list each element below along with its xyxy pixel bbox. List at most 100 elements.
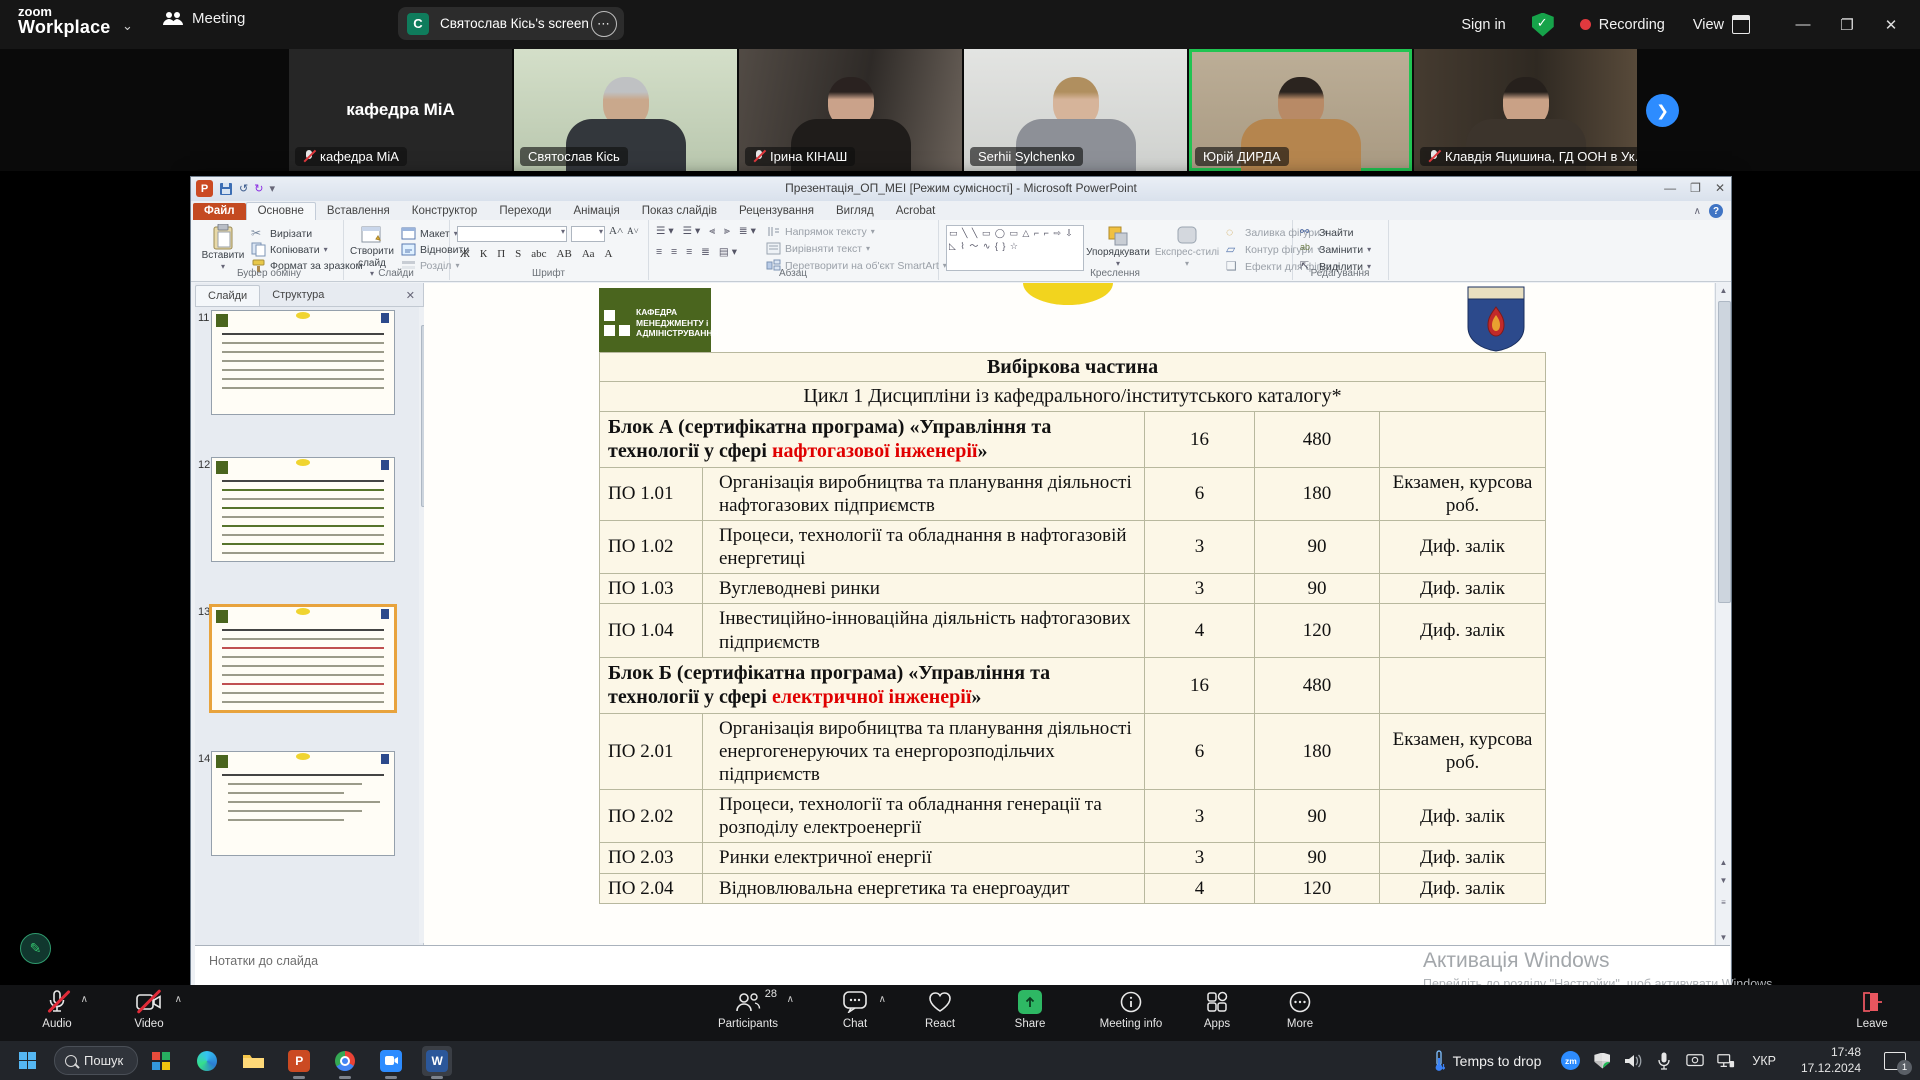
font-style-button[interactable]: Ж — [457, 248, 473, 260]
slide-thumbnail-14[interactable] — [211, 751, 395, 856]
restore-button[interactable]: ❐ — [1832, 16, 1862, 34]
more-button[interactable]: More — [1262, 990, 1338, 1030]
ribbon-tab-вставлення[interactable]: Вставлення — [316, 203, 401, 220]
powerpoint-title-bar[interactable]: P ↺ ↻ ▾ Презентація_ОП_MEI [Режим сумісн… — [191, 177, 1731, 202]
font-name-combo[interactable] — [457, 226, 567, 242]
copy-button[interactable]: Копіювати▾ — [251, 242, 328, 257]
participant-tile[interactable]: Клавдія Яцишина, ГД ООН в Ук… — [1414, 49, 1637, 171]
minimize-ribbon-icon[interactable]: ∧ — [1694, 206, 1701, 217]
ppt-minimize-button[interactable]: — — [1664, 181, 1676, 195]
audio-button[interactable]: ∧ Audio — [18, 990, 96, 1030]
sign-in-button[interactable]: Sign in — [1461, 17, 1505, 33]
apps-button[interactable]: Apps — [1185, 990, 1249, 1030]
chevron-down-icon[interactable]: ⌄ — [122, 18, 133, 34]
chat-chevron-icon[interactable]: ∧ — [879, 994, 886, 1005]
participants-button[interactable]: 28 ∧ Participants — [700, 990, 796, 1030]
taskbar-clock[interactable]: 17:48 17.12.2024 — [1801, 1045, 1861, 1076]
zoom-tray-icon[interactable]: zm — [1561, 1051, 1580, 1070]
font-style-button[interactable]: АВ — [554, 248, 575, 260]
ribbon-tab-показ-слайдів[interactable]: Показ слайдів — [631, 203, 728, 220]
panel-close-icon[interactable]: ✕ — [398, 285, 423, 306]
font-style-button[interactable]: К — [477, 248, 490, 260]
ribbon-tab-acrobat[interactable]: Acrobat — [885, 203, 947, 220]
network-icon[interactable] — [1717, 1052, 1735, 1070]
list-buttons[interactable]: ☰▾ ☰▾ ⫷ ⫸ ≣▾ — [656, 225, 759, 238]
paste-button[interactable]: Вставити▾ — [201, 224, 245, 271]
ribbon-tab-конструктор[interactable]: Конструктор — [401, 203, 489, 220]
taskbar-edge-app[interactable] — [192, 1046, 222, 1076]
slide-thumbnail-13[interactable] — [209, 604, 397, 713]
ppt-restore-button[interactable]: ❐ — [1690, 181, 1701, 195]
leave-button[interactable]: Leave — [1840, 990, 1904, 1030]
align-text-button[interactable]: Вирівняти текст▾ — [766, 241, 870, 256]
font-style-button[interactable]: S — [512, 248, 524, 260]
defender-shield-icon[interactable]: ✓ — [1593, 1052, 1611, 1070]
ribbon-tab-анімація[interactable]: Анімація — [562, 203, 630, 220]
shrink-font-button[interactable]: A˅ — [627, 226, 639, 236]
view-button[interactable]: View — [1693, 17, 1724, 33]
replace-button[interactable]: ab Замінити▾ — [1300, 242, 1371, 257]
ribbon-tab-вигляд[interactable]: Вигляд — [825, 203, 885, 220]
language-indicator[interactable]: УКР — [1752, 1054, 1776, 1068]
slide-canvas[interactable]: КАФЕДРА МЕНЕДЖМЕНТУ і АДМІНІСТРУВАННЯ Ви… — [424, 283, 1714, 945]
slide-thumbnail-12[interactable] — [211, 457, 395, 562]
ribbon-tab-переходи[interactable]: Переходи — [488, 203, 562, 220]
taskbar-widgets-app[interactable] — [146, 1046, 176, 1076]
notification-center-icon[interactable]: 1 — [1884, 1052, 1906, 1070]
participant-tile[interactable]: Святослав Кісь — [514, 49, 737, 171]
speaker-icon[interactable] — [1624, 1052, 1642, 1070]
react-button[interactable]: React — [905, 990, 975, 1030]
tab-meeting[interactable]: Meeting — [163, 10, 245, 27]
taskbar-powerpoint-app[interactable]: P — [284, 1046, 314, 1076]
font-style-button[interactable]: П — [494, 248, 508, 260]
taskbar-file-explorer[interactable] — [238, 1046, 268, 1076]
security-shield-icon[interactable] — [1532, 13, 1554, 37]
shape-gallery[interactable]: ▭ ╲ ╲ ▭ ◯ ▭ △ ⌐ ⌐ ⇨ ⇩ ◺ ⌇ ～ ∿ { } ☆ — [946, 225, 1084, 271]
text-direction-button[interactable]: Напрямок тексту▾ — [766, 224, 875, 239]
minimize-button[interactable]: — — [1788, 16, 1818, 33]
chat-button[interactable]: ∧ Chat — [820, 990, 890, 1030]
share-options-button[interactable]: ⋯ — [591, 11, 617, 37]
next-participants-button[interactable]: ❯ — [1646, 94, 1679, 127]
taskbar-search[interactable]: Пошук — [54, 1046, 138, 1075]
participants-chevron-icon[interactable]: ∧ — [787, 994, 794, 1005]
font-style-button[interactable]: А — [602, 248, 616, 260]
grow-font-button[interactable]: A˄ — [609, 225, 623, 237]
annotation-pencil-button[interactable]: ✎ — [20, 933, 51, 964]
taskbar-zoom-app[interactable] — [376, 1046, 406, 1076]
ribbon-tab-основне[interactable]: Основне — [246, 202, 316, 220]
view-grid-icon[interactable] — [1732, 15, 1750, 34]
grow-shrink-font[interactable]: A˄ A˅ — [609, 225, 639, 237]
cut-button[interactable]: ✂ Вирізати — [251, 226, 312, 241]
slide-scrollbar[interactable]: ▲ ▲ ▼ ≡ ▼ — [1715, 283, 1731, 945]
screen-cast-icon[interactable] — [1686, 1052, 1704, 1070]
participant-tile[interactable]: Юрій ДИРДА — [1189, 49, 1412, 171]
video-chevron-icon[interactable]: ∧ — [175, 994, 182, 1005]
slide-thumbnail-11[interactable] — [211, 310, 395, 415]
share-button[interactable]: Share — [995, 990, 1065, 1030]
close-button[interactable]: ✕ — [1876, 16, 1906, 34]
ppt-close-button[interactable]: ✕ — [1715, 181, 1725, 195]
font-style-button[interactable]: Аа — [579, 248, 598, 260]
align-buttons[interactable]: ≡ ≡ ≡ ≣ ▤▾ — [656, 246, 740, 258]
find-button[interactable]: ⚯ Знайти — [1300, 225, 1354, 240]
participant-tile[interactable]: Serhii Sylchenko — [964, 49, 1187, 171]
taskbar-weather[interactable]: Temps to drop — [1433, 1050, 1542, 1072]
quick-styles-button[interactable]: Експрес-стилі▾ — [1152, 225, 1222, 268]
font-size-combo[interactable] — [571, 226, 605, 242]
tab-outline[interactable]: Структура — [260, 285, 336, 306]
font-style-button[interactable]: abc — [528, 248, 549, 260]
start-button[interactable] — [12, 1046, 42, 1076]
help-icon[interactable]: ? — [1709, 204, 1723, 218]
participant-tile[interactable]: кафедра МіАкафедра МіА — [289, 49, 512, 171]
microphone-tray-icon[interactable] — [1655, 1052, 1673, 1070]
tab-slides[interactable]: Слайди — [195, 285, 260, 306]
ribbon-tab-file[interactable]: Файл — [193, 203, 246, 220]
meeting-info-button[interactable]: Meeting info — [1085, 990, 1177, 1030]
arrange-button[interactable]: Упорядкувати▾ — [1086, 225, 1150, 268]
participant-tile[interactable]: Ірина КІНАШ — [739, 49, 962, 171]
shared-screen-tab[interactable]: C Святослав Кісь's screen ⋯ — [398, 7, 624, 40]
taskbar-word-app[interactable]: W — [422, 1046, 452, 1076]
video-button[interactable]: ∧ Video — [110, 990, 188, 1030]
ribbon-tab-рецензування[interactable]: Рецензування — [728, 203, 825, 220]
